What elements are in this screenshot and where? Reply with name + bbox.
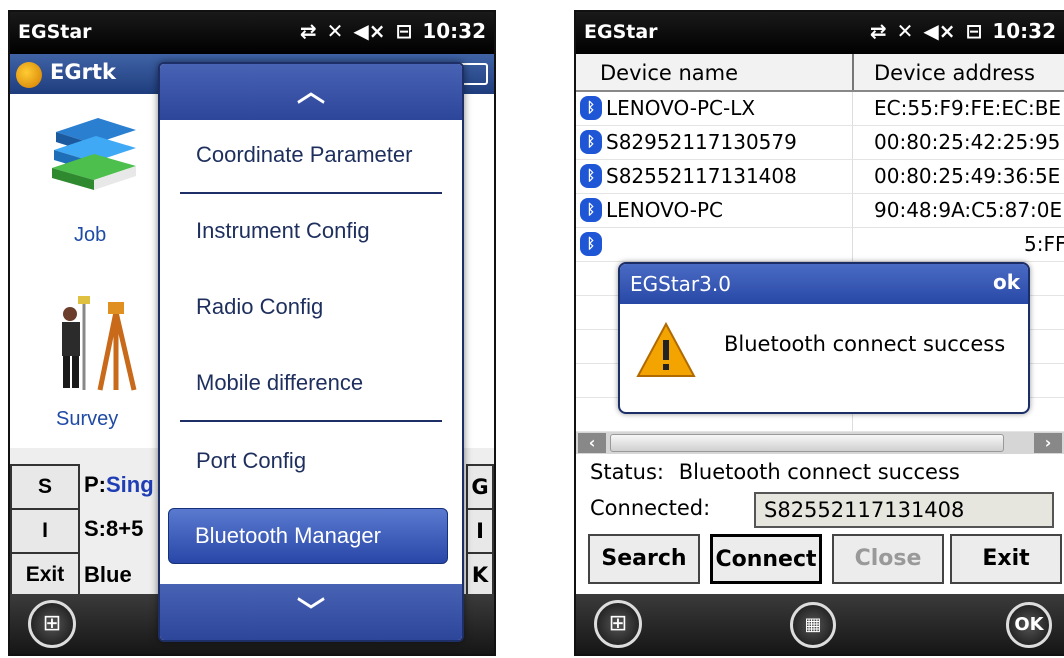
speaker-mute-icon: ◀×	[353, 19, 386, 43]
menu-separator	[180, 192, 442, 194]
position-label: P:	[84, 472, 106, 497]
status-bar: EGStar ⇄ ✕ ◀× ⊟ 10:32	[10, 12, 494, 54]
menu-item-coordinate-parameter[interactable]: Coordinate Parameter	[196, 142, 412, 168]
right-stub-button[interactable]: K	[466, 552, 494, 598]
connected-label: Connected:	[590, 496, 711, 520]
menu-item-instrument-config[interactable]: Instrument Config	[196, 218, 370, 244]
device-name: LENOVO-PC-LX	[606, 96, 756, 120]
i-button[interactable]: I	[10, 508, 80, 554]
column-divider[interactable]	[852, 54, 854, 90]
satellite-info: S:8+5	[84, 516, 143, 542]
horizontal-scrollbar[interactable]: ‹ ›	[576, 432, 1064, 454]
dialog-message: Bluetooth connect success	[724, 332, 1006, 356]
bluetooth-icon: ᛒ	[580, 130, 602, 154]
dialog-titlebar: EGStar3.0 ok	[620, 264, 1028, 304]
books-icon[interactable]	[46, 114, 142, 194]
search-button[interactable]: Search	[588, 534, 700, 584]
table-row[interactable]: ᛒ S82952117130579 00:80:25:42:25:95	[576, 126, 1064, 160]
warning-icon	[636, 322, 696, 377]
clock: 10:32	[992, 19, 1056, 43]
position-info: P:Sing	[84, 472, 154, 498]
bluetooth-icon: ᛒ	[580, 198, 602, 222]
device-name: S82552117131408	[606, 164, 797, 188]
message-dialog: EGStar3.0 ok Bluetooth connect success	[618, 262, 1030, 414]
table-row[interactable]: ᛒ S82552117131408 00:80:25:49:36:5E	[576, 160, 1064, 194]
right-stub-button[interactable]: I	[466, 508, 494, 554]
scroll-right-icon[interactable]: ›	[1034, 433, 1062, 453]
device-address: 00:80:25:42:25:95	[874, 130, 1061, 154]
status-value: Bluetooth connect success	[678, 460, 960, 484]
survey-label[interactable]: Survey	[56, 408, 118, 431]
device-address: EC:55:F9:FE:EC:BE	[874, 96, 1062, 120]
bluetooth-icon: ᛒ	[580, 232, 602, 256]
satellite-value: 8+5	[106, 516, 144, 541]
link-info: Blue	[84, 562, 132, 587]
status-line: Status: Bluetooth connect success	[590, 460, 960, 484]
bluetooth-icon: ᛒ	[580, 96, 602, 120]
windows-start-icon[interactable]: ⊞	[594, 600, 642, 648]
column-device-address[interactable]: Device address	[874, 61, 1035, 85]
device-name: S82952117130579	[606, 130, 797, 154]
battery-charge-icon: ⊟	[395, 19, 413, 43]
device-name: LENOVO-PC	[606, 198, 724, 222]
menu-scroll-up-icon[interactable]: ︿	[160, 64, 462, 120]
device-address: 5:FF	[1024, 232, 1064, 256]
right-screen: EGStar ⇄ ✕ ◀× ⊟ 10:32 Device name Device…	[574, 10, 1064, 656]
job-label[interactable]: Job	[74, 224, 106, 247]
left-screen: EGStar ⇄ ✕ ◀× ⊟ 10:32 EGrtk Job Survey S…	[8, 10, 496, 656]
dialog-ok-button[interactable]: ok	[993, 270, 1020, 294]
menu-item-port-config[interactable]: Port Config	[196, 448, 306, 474]
sync-icon: ⇄	[869, 19, 887, 43]
menu-scroll-down-icon[interactable]: ﹀	[160, 584, 462, 640]
popup-menu: ︿ Coordinate Parameter Instrument Config…	[158, 62, 464, 642]
taskbar: ⊞ ▦ OK	[576, 594, 1064, 654]
dialog-title: EGStar3.0	[630, 272, 731, 296]
connected-device-field[interactable]: S82552117131408	[754, 492, 1054, 528]
exit-button[interactable]: Exit	[10, 552, 80, 598]
windows-start-icon[interactable]: ⊞	[28, 600, 76, 648]
scroll-left-icon[interactable]: ‹	[578, 433, 606, 453]
close-button[interactable]: Close	[832, 534, 944, 584]
menu-item-bluetooth-manager[interactable]: Bluetooth Manager	[168, 508, 448, 564]
device-address: 00:80:25:49:36:5E	[874, 164, 1061, 188]
satellite-label: S:	[84, 516, 106, 541]
connect-button[interactable]: Connect	[710, 534, 822, 584]
statusbar-title: EGStar	[584, 21, 658, 43]
signal-off-icon: ✕	[326, 19, 344, 43]
exit-button[interactable]: Exit	[950, 534, 1062, 584]
survey-icon[interactable]	[50, 294, 140, 394]
speaker-mute-icon: ◀×	[923, 19, 956, 43]
system-icons: ⇄ ✕ ◀× ⊟ 10:32	[300, 19, 486, 43]
statusbar-title: EGStar	[18, 21, 92, 43]
system-icons: ⇄ ✕ ◀× ⊟ 10:32	[870, 19, 1056, 43]
menu-item-radio-config[interactable]: Radio Config	[196, 294, 323, 320]
table-row[interactable]: ᛒ LENOVO-PC 90:48:9A:C5:87:0E	[576, 194, 1064, 228]
s-button[interactable]: S	[10, 464, 80, 510]
table-row[interactable]: ᛒ LENOVO-PC-LX EC:55:F9:FE:EC:BE	[576, 92, 1064, 126]
column-device-name[interactable]: Device name	[600, 61, 738, 85]
signal-off-icon: ✕	[896, 19, 914, 43]
bluetooth-icon: ᛒ	[580, 164, 602, 188]
menu-separator	[180, 420, 442, 422]
keyboard-icon[interactable]: ▦	[790, 602, 836, 648]
table-row[interactable]: ᛒ 5:FF	[576, 228, 1064, 262]
menu-item-mobile-difference[interactable]: Mobile difference	[196, 370, 363, 396]
device-table-header: Device name Device address	[576, 54, 1064, 92]
device-address: 90:48:9A:C5:87:0E	[874, 198, 1063, 222]
right-stub-button[interactable]: G	[466, 464, 494, 510]
status-label: Status:	[590, 460, 664, 484]
battery-charge-icon: ⊟	[965, 19, 983, 43]
position-value: Sing	[106, 472, 154, 497]
status-bar: EGStar ⇄ ✕ ◀× ⊟ 10:32	[576, 12, 1064, 54]
sync-icon: ⇄	[299, 19, 317, 43]
clock: 10:32	[422, 19, 486, 43]
app-logo-icon	[16, 62, 42, 88]
ok-button[interactable]: OK	[1006, 602, 1052, 648]
scrollbar-thumb[interactable]	[610, 434, 1004, 452]
app-title: EGrtk	[50, 60, 116, 84]
